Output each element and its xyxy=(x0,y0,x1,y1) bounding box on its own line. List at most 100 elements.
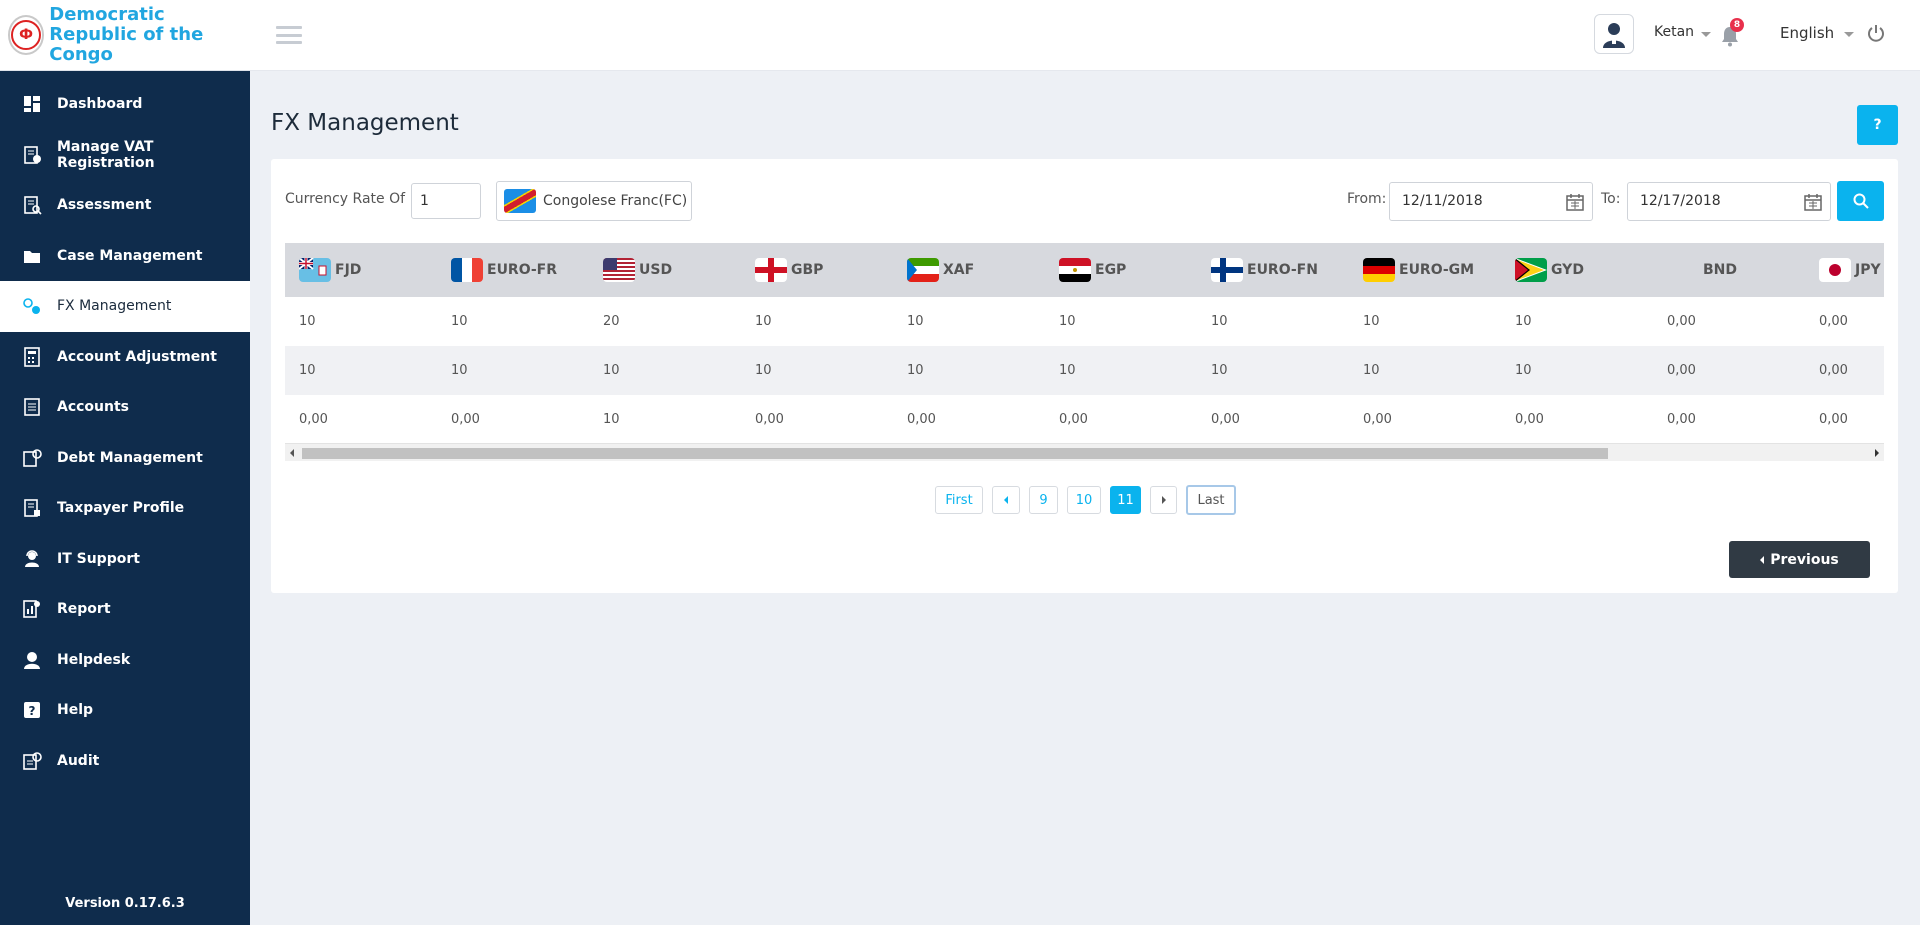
column-header-label: EURO-FN xyxy=(1247,262,1318,278)
previous-button[interactable]: Previous xyxy=(1729,541,1870,578)
sidebar-item-debt-management[interactable]: Debt Management xyxy=(0,433,250,484)
assessment-icon xyxy=(22,195,42,215)
sidebar-item-dashboard[interactable]: Dashboard xyxy=(0,79,250,130)
sidebar-item-accounts[interactable]: Accounts xyxy=(0,382,250,433)
to-label: To: xyxy=(1601,191,1621,207)
user-name[interactable]: Ketan xyxy=(1654,24,1694,40)
usa-flag-icon xyxy=(603,258,635,282)
column-header-fjd: FJD xyxy=(285,258,437,282)
column-header-euro-gm: EURO-GM xyxy=(1349,258,1501,282)
table-cell: 10 xyxy=(451,314,468,329)
menu-toggle-icon[interactable] xyxy=(276,26,302,44)
sidebar-item-fx-management[interactable]: FX Management xyxy=(0,281,250,332)
version-label: Version 0.17.6.3 xyxy=(65,896,185,911)
brand-name-line1: Democratic xyxy=(49,4,165,25)
column-header-euro-fn: EURO-FN xyxy=(1197,258,1349,282)
table-cell: 0,00 xyxy=(1059,412,1088,427)
pagination-last[interactable]: Last xyxy=(1186,485,1236,515)
sidebar-item-assessment[interactable]: Assessment xyxy=(0,180,250,231)
table-cell: 10 xyxy=(1363,314,1380,329)
help-button[interactable]: ? xyxy=(1857,105,1898,145)
equatorial-guinea-flag-icon xyxy=(907,258,939,282)
column-header-label: GYD xyxy=(1551,262,1584,278)
user-menu-caret-icon[interactable] xyxy=(1701,32,1711,37)
brand-name: Democratic Republic of the Congo xyxy=(49,5,250,65)
pagination-next[interactable] xyxy=(1150,486,1177,514)
svg-text:?: ? xyxy=(29,704,36,718)
table-cell: 10 xyxy=(451,363,468,378)
notification-badge: 8 xyxy=(1730,18,1744,32)
column-header-jpy: JPY xyxy=(1805,258,1884,282)
from-date-value: 12/11/2018 xyxy=(1402,193,1483,209)
pagination-first[interactable]: First xyxy=(935,486,983,514)
sidebar-nav: Dashboard Manage VAT Registration Assessme… xyxy=(0,79,250,786)
from-label: From: xyxy=(1347,191,1387,207)
column-header-gyd: GYD xyxy=(1501,258,1653,282)
power-icon[interactable] xyxy=(1866,23,1886,43)
horizontal-scrollbar[interactable] xyxy=(285,443,1884,461)
table-cell: 10 xyxy=(907,314,924,329)
language-caret-icon[interactable] xyxy=(1844,32,1854,37)
brand[interactable]: Ф Democratic Republic of the Congo xyxy=(0,0,250,71)
pagination-page-11[interactable]: 11 xyxy=(1110,486,1141,514)
scrollbar-thumb[interactable] xyxy=(302,448,1608,459)
column-header-usd: USD xyxy=(589,258,741,282)
scroll-left-arrow-icon[interactable] xyxy=(290,449,294,457)
table-cell: 10 xyxy=(1211,314,1228,329)
column-header-egp: EGP xyxy=(1045,258,1197,282)
table-cell: 10 xyxy=(907,363,924,378)
sidebar-item-label: Helpdesk xyxy=(57,651,131,668)
japan-flag-icon xyxy=(1819,258,1851,282)
sidebar-item-audit[interactable]: Audit xyxy=(0,736,250,787)
sidebar-item-label: Audit xyxy=(57,752,100,769)
search-button[interactable] xyxy=(1837,181,1884,221)
calendar-icon[interactable] xyxy=(1566,193,1584,211)
language-selector[interactable]: English xyxy=(1780,24,1834,42)
fx-card: Currency Rate Of 1 Congolese Franc(FC) F… xyxy=(271,159,1898,593)
table-cell: 0,00 xyxy=(1667,314,1696,329)
calendar-icon[interactable] xyxy=(1804,193,1822,211)
rate-input[interactable]: 1 xyxy=(411,183,481,219)
to-date-input[interactable]: 12/17/2018 xyxy=(1627,182,1831,221)
pagination-prev[interactable] xyxy=(992,486,1020,514)
table-cell: 0,00 xyxy=(1667,412,1696,427)
sidebar-item-manage-vat-registration[interactable]: Manage VAT Registration xyxy=(0,130,250,181)
debt-icon xyxy=(22,448,42,468)
sidebar-item-label: Assessment xyxy=(57,197,152,214)
sidebar-item-report[interactable]: Report xyxy=(0,584,250,635)
column-header-label: BND xyxy=(1703,262,1738,278)
chevron-right-icon xyxy=(1161,496,1166,504)
sidebar-item-taxpayer-profile[interactable]: Taxpayer Profile xyxy=(0,483,250,534)
sidebar-item-it-support[interactable]: IT Support xyxy=(0,534,250,585)
sidebar-item-label: Taxpayer Profile xyxy=(57,500,185,517)
table-cell: 10 xyxy=(603,412,620,427)
sidebar-item-label: Manage VAT Registration xyxy=(57,138,155,171)
sidebar-item-help[interactable]: ? Help xyxy=(0,685,250,736)
sidebar: Ф Democratic Republic of the Congo Dashb… xyxy=(0,0,250,925)
column-header-bnd: BND xyxy=(1653,262,1805,278)
guyana-flag-icon xyxy=(1515,258,1547,282)
table-cell: 10 xyxy=(299,363,316,378)
sidebar-item-label: Help xyxy=(57,702,94,719)
column-header-gbp: GBP xyxy=(741,258,893,282)
table-cell: 0,00 xyxy=(1819,363,1848,378)
previous-button-label: Previous xyxy=(1770,551,1839,568)
sidebar-item-case-management[interactable]: Case Management xyxy=(0,231,250,282)
sidebar-item-account-adjustment[interactable]: Account Adjustment xyxy=(0,332,250,383)
support-icon xyxy=(22,549,42,569)
scroll-right-arrow-icon[interactable] xyxy=(1875,449,1879,457)
from-date-input[interactable]: 12/11/2018 xyxy=(1389,182,1593,221)
table-cell: 10 xyxy=(299,314,316,329)
user-icon xyxy=(1603,23,1625,48)
help-icon: ? xyxy=(22,700,42,720)
page-title: FX Management xyxy=(271,110,459,136)
table-cell: 0,00 xyxy=(1667,363,1696,378)
sidebar-item-helpdesk[interactable]: Helpdesk xyxy=(0,635,250,686)
pagination-page-10[interactable]: 10 xyxy=(1067,486,1101,514)
table-row: 10 10 20 10 10 10 10 10 10 0,00 0,00 xyxy=(285,297,1884,346)
pagination-page-9[interactable]: 9 xyxy=(1029,486,1058,514)
currency-select[interactable]: Congolese Franc(FC) xyxy=(496,181,692,221)
table-cell: 10 xyxy=(1059,314,1076,329)
currency-select-label: Congolese Franc(FC) xyxy=(543,193,688,209)
user-avatar[interactable] xyxy=(1594,14,1634,54)
